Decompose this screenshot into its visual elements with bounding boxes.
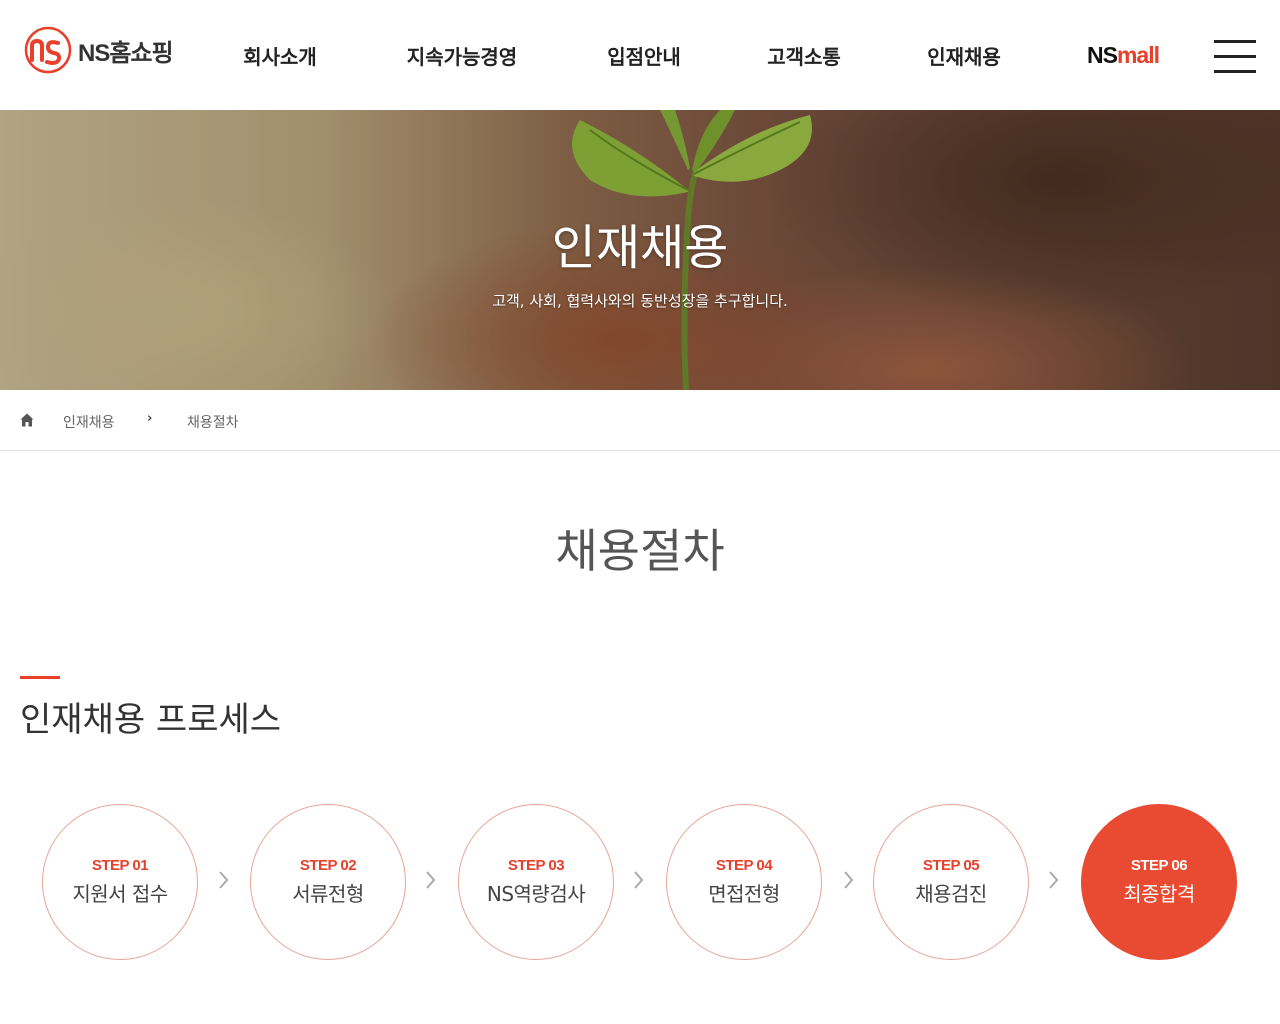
step-circle-active: STEP 06 최종합격 [1081, 804, 1237, 960]
step-circle: STEP 02 서류전형 [250, 804, 406, 960]
step-circle: STEP 05 채용검진 [873, 804, 1029, 960]
step-name: 최종합격 [1123, 882, 1195, 906]
step-number: STEP 02 [299, 857, 357, 874]
step-name: NS역량검사 [486, 882, 586, 906]
step-number: STEP 03 [507, 857, 565, 874]
chevron-right-icon [426, 871, 436, 889]
chevron-right-icon [634, 871, 644, 889]
step-name: 지원서 접수 [72, 882, 168, 906]
step-number: STEP 06 [1130, 857, 1188, 874]
step-number: STEP 01 [91, 857, 149, 874]
step-circle: STEP 03 NS역량검사 [458, 804, 614, 960]
step-number: STEP 05 [922, 857, 980, 874]
step-number: STEP 04 [715, 857, 773, 874]
chevron-right-icon [1049, 871, 1059, 889]
step-name: 면접전형 [708, 882, 780, 906]
step-name: 채용검진 [915, 882, 987, 906]
chevron-right-icon [219, 871, 229, 889]
chevron-right-icon [844, 871, 854, 889]
step-name: 서류전형 [292, 882, 364, 906]
process-steps: STEP 01 지원서 접수 STEP 02 서류전형 STEP 03 NS역량… [0, 0, 1280, 1024]
step-circle: STEP 04 면접전형 [666, 804, 822, 960]
step-circle: STEP 01 지원서 접수 [42, 804, 198, 960]
